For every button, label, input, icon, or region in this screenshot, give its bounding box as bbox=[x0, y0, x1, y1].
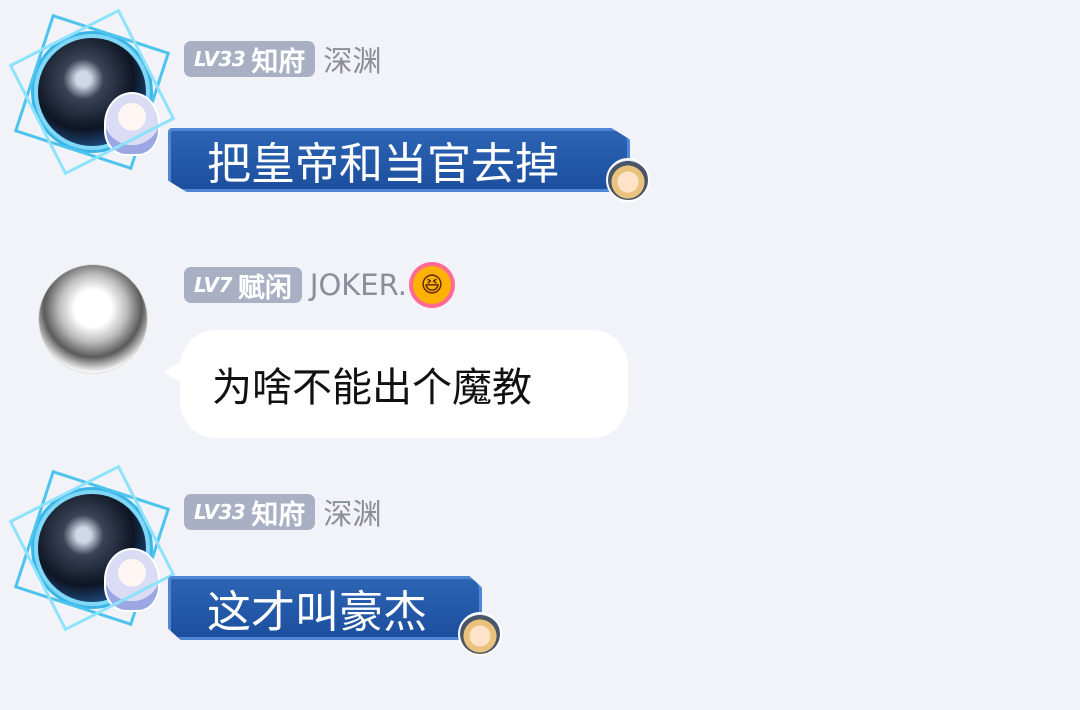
message-text: 为啥不能出个魔教 bbox=[212, 365, 532, 411]
sender-info: LV7 赋闲 JOKER. 😆 bbox=[184, 266, 451, 304]
username[interactable]: 深渊 bbox=[323, 491, 381, 533]
rank-title: 知府 bbox=[251, 46, 306, 78]
user-avatar[interactable] bbox=[38, 38, 160, 156]
user-avatar[interactable] bbox=[38, 494, 160, 612]
level-text: LV33 bbox=[194, 47, 246, 71]
sender-info: LV33 知府 深渊 bbox=[184, 491, 381, 533]
username[interactable]: 深渊 bbox=[323, 38, 381, 80]
avatar-character-decoration bbox=[104, 92, 160, 156]
user-avatar[interactable] bbox=[38, 264, 148, 374]
emoji-icon: 😆 bbox=[412, 266, 451, 304]
bubble-tail bbox=[164, 358, 186, 386]
message-bubble[interactable]: 这才叫豪杰 bbox=[168, 576, 482, 640]
message-bubble[interactable]: 为啥不能出个魔教 bbox=[164, 330, 628, 438]
message-text: 把皇帝和当官去掉 bbox=[207, 139, 559, 190]
bubble-decoration-avatar bbox=[606, 158, 650, 202]
level-badge: LV33 知府 bbox=[184, 494, 316, 531]
sender-info: LV33 知府 深渊 bbox=[184, 38, 381, 80]
level-text: LV7 bbox=[194, 273, 232, 297]
avatar-character-decoration bbox=[104, 548, 160, 612]
level-badge: LV7 赋闲 bbox=[184, 267, 302, 304]
message-bubble[interactable]: 把皇帝和当官去掉 bbox=[168, 128, 630, 192]
rank-title: 赋闲 bbox=[237, 272, 292, 304]
rank-title: 知府 bbox=[251, 499, 306, 531]
username[interactable]: JOKER. bbox=[310, 268, 407, 302]
level-text: LV33 bbox=[194, 500, 246, 524]
bubble-decoration-avatar bbox=[458, 612, 502, 656]
level-badge: LV33 知府 bbox=[184, 41, 316, 78]
message-text: 这才叫豪杰 bbox=[207, 587, 427, 638]
